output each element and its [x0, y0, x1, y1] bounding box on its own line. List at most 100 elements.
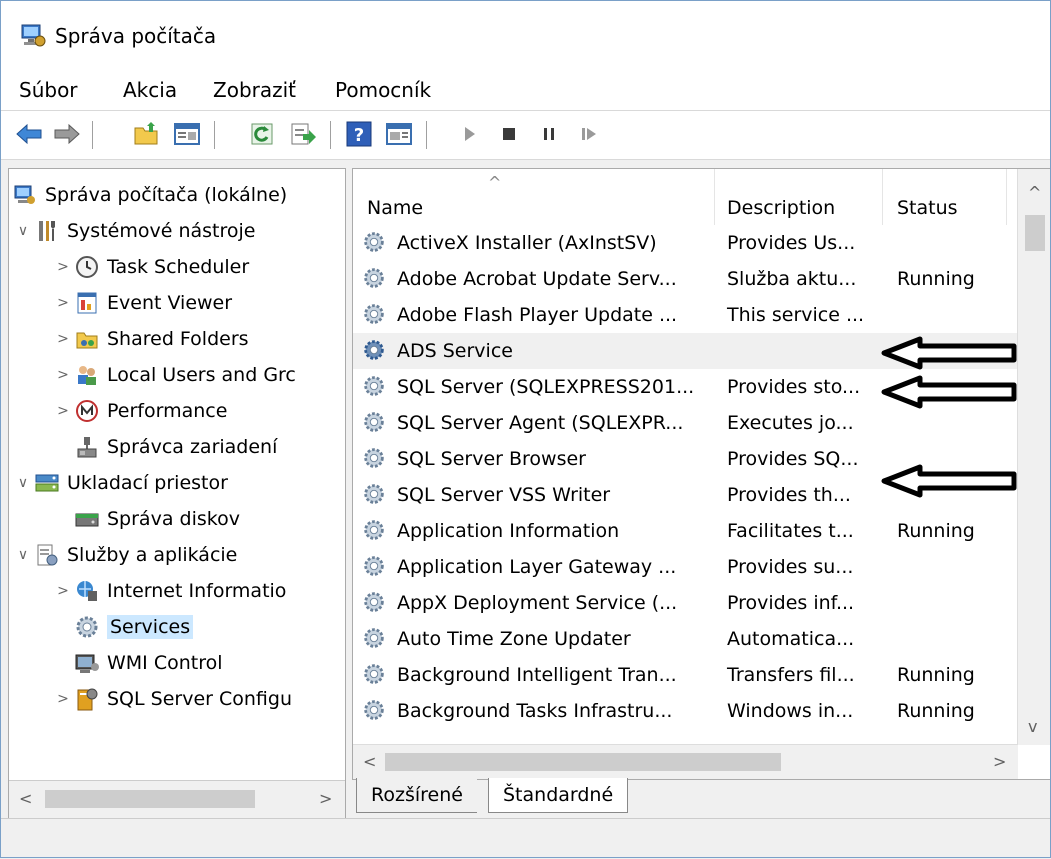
- table-row[interactable]: Auto Time Zone Updater Automatica...: [353, 621, 1018, 657]
- tree-item-performance[interactable]: > Performance: [53, 393, 227, 429]
- service-gear-icon: [361, 661, 389, 689]
- export-list-icon: [291, 123, 316, 145]
- service-name: ADS Service: [397, 340, 513, 362]
- show-action-pane-icon: [386, 123, 412, 145]
- tree-item-system-tools[interactable]: ∨ Systémové nástroje: [13, 213, 256, 249]
- tree-item-computer-management[interactable]: Správa počítača (lokálne): [11, 177, 287, 213]
- service-description: Provides inf...: [727, 592, 855, 614]
- table-row[interactable]: Adobe Flash Player Update ... This servic…: [353, 297, 1018, 333]
- tree-item-device-manager[interactable]: Správca zariadení: [73, 429, 277, 465]
- service-gear-icon: [361, 337, 389, 365]
- tab-standard[interactable]: Štandardné: [488, 778, 629, 813]
- collapse-chevron-icon[interactable]: ∨: [13, 547, 33, 563]
- list-vertical-scrollbar[interactable]: ^ v: [1017, 169, 1051, 745]
- tree-item-storage[interactable]: ∨ Ukladací priestor: [13, 465, 228, 501]
- service-description: Provides su...: [727, 556, 854, 578]
- wmi-icon: [73, 650, 101, 676]
- stop-icon: [503, 128, 515, 140]
- stop-service-button[interactable]: [494, 119, 524, 149]
- toolbar-separator: [214, 121, 215, 149]
- scroll-up-icon[interactable]: ^: [1028, 183, 1041, 202]
- table-row[interactable]: Background Tasks Infrastru... Windows in.…: [353, 693, 1018, 729]
- show-action-pane-button[interactable]: [384, 119, 414, 149]
- menu-view[interactable]: Zobraziť: [210, 76, 299, 104]
- collapse-chevron-icon[interactable]: ∨: [13, 223, 33, 239]
- tree-item-task-scheduler[interactable]: > Task Scheduler: [53, 249, 249, 285]
- table-row[interactable]: Background Intelligent Tran... Transfers …: [353, 657, 1018, 693]
- scroll-right-icon[interactable]: >: [319, 789, 332, 808]
- table-row[interactable]: SQL Server Agent (SQLEXPR... Executes jo.…: [353, 405, 1018, 441]
- scrollbar-thumb[interactable]: [45, 790, 255, 808]
- tree-item-disk-management[interactable]: Správa diskov: [73, 501, 240, 537]
- tree-item-label: Systémové nástroje: [67, 220, 256, 242]
- tree-item-label: Task Scheduler: [107, 256, 250, 278]
- column-header-label: Status: [897, 197, 958, 219]
- expand-chevron-icon[interactable]: >: [53, 583, 73, 599]
- forward-button[interactable]: [52, 119, 82, 149]
- scroll-left-icon[interactable]: <: [363, 752, 376, 771]
- show-hide-tree-button[interactable]: [172, 119, 202, 149]
- column-header-name[interactable]: ^ Name: [353, 169, 715, 225]
- computer-management-window: Správa počítača Súbor Akcia Zobraziť Pom…: [0, 0, 1051, 859]
- help-button[interactable]: ?: [344, 119, 374, 149]
- tree-item-services-and-apps[interactable]: ∨ Služby a aplikácie: [13, 537, 238, 573]
- expand-chevron-icon[interactable]: >: [53, 295, 73, 311]
- svg-text:?: ?: [354, 125, 364, 146]
- annotation-arrow-icon: [881, 375, 1017, 409]
- scroll-down-icon[interactable]: v: [1028, 717, 1037, 736]
- start-service-button[interactable]: [454, 119, 484, 149]
- expand-chevron-icon[interactable]: >: [53, 403, 73, 419]
- tree-item-local-users[interactable]: > Local Users and Grc: [53, 357, 296, 393]
- service-description: Transfers fil...: [727, 664, 855, 686]
- scrollbar-thumb[interactable]: [385, 753, 781, 771]
- expand-chevron-icon[interactable]: >: [53, 691, 73, 707]
- service-gear-icon: [361, 481, 389, 509]
- expand-chevron-icon[interactable]: >: [53, 331, 73, 347]
- service-description: Automatica...: [727, 628, 855, 650]
- table-row[interactable]: Application Information Facilitates t... R…: [353, 513, 1018, 549]
- service-status: Running: [897, 520, 975, 542]
- collapse-chevron-icon[interactable]: ∨: [13, 475, 33, 491]
- tree-item-sql-server-config[interactable]: > SQL Server Configu: [53, 681, 292, 717]
- menu-action[interactable]: Akcia: [120, 76, 180, 104]
- back-button[interactable]: [14, 119, 44, 149]
- table-row[interactable]: AppX Deployment Service (... Provides inf…: [353, 585, 1018, 621]
- pause-service-button[interactable]: [534, 119, 564, 149]
- scroll-right-icon[interactable]: >: [993, 752, 1006, 771]
- tree-item-services[interactable]: Services: [73, 609, 194, 645]
- expand-chevron-icon[interactable]: >: [53, 367, 73, 383]
- list-horizontal-scrollbar[interactable]: < >: [353, 744, 1018, 779]
- restart-service-button[interactable]: [574, 119, 604, 149]
- tree-item-iis[interactable]: > Internet Informatio: [53, 573, 286, 609]
- menu-help[interactable]: Pomocník: [332, 76, 434, 104]
- scrollbar-thumb[interactable]: [1025, 215, 1045, 251]
- service-name: AppX Deployment Service (...: [397, 592, 678, 614]
- tree-item-wmi-control[interactable]: WMI Control: [73, 645, 223, 681]
- tree-horizontal-scrollbar[interactable]: < >: [9, 780, 345, 819]
- export-list-button[interactable]: [288, 119, 318, 149]
- tree-item-label: Local Users and Grc: [107, 364, 296, 386]
- service-gear-icon: [361, 697, 389, 725]
- tree-item-event-viewer[interactable]: > Event Viewer: [53, 285, 232, 321]
- menu-file[interactable]: Súbor: [16, 76, 81, 104]
- table-row[interactable]: Application Layer Gateway ... Provides su…: [353, 549, 1018, 585]
- column-header-status[interactable]: Status: [883, 169, 1007, 225]
- service-gear-icon: [361, 229, 389, 257]
- expand-chevron-icon[interactable]: >: [53, 259, 73, 275]
- tab-extended[interactable]: Rozšírené: [356, 778, 477, 813]
- forward-arrow-icon: [54, 123, 80, 145]
- scroll-left-icon[interactable]: <: [19, 789, 32, 808]
- service-gear-icon: [361, 517, 389, 545]
- status-bar: [0, 818, 1051, 859]
- table-row[interactable]: Adobe Acrobat Update Serv... Služba aktu.…: [353, 261, 1018, 297]
- up-folder-icon: [134, 122, 158, 145]
- toolbar-separator: [92, 121, 93, 149]
- up-level-button[interactable]: [132, 119, 162, 149]
- refresh-icon: [251, 123, 273, 145]
- refresh-button[interactable]: [248, 119, 278, 149]
- column-header-description[interactable]: Description: [715, 169, 883, 225]
- column-header-label: Name: [367, 197, 424, 219]
- table-row[interactable]: ActiveX Installer (AxInstSV) Provides Us.…: [353, 225, 1018, 261]
- tree-item-shared-folders[interactable]: > Shared Folders: [53, 321, 248, 357]
- service-name: Adobe Acrobat Update Serv...: [397, 268, 677, 290]
